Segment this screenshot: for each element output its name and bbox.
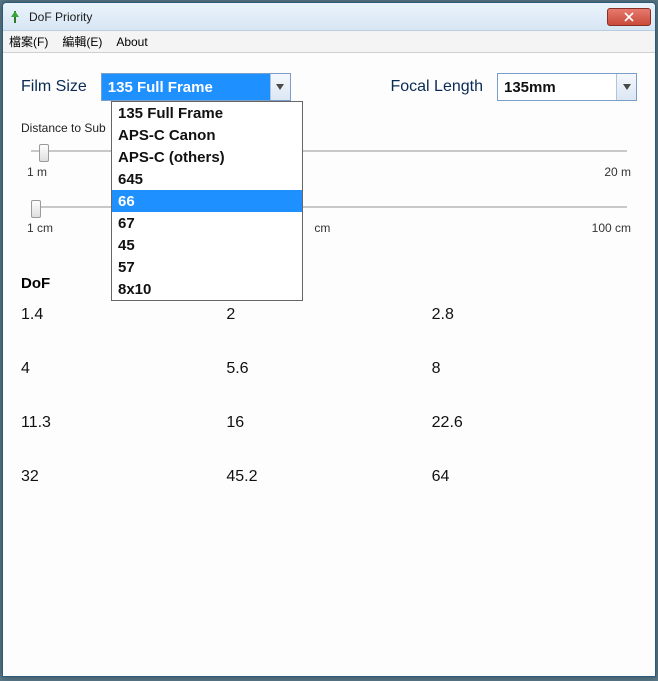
film-size-option[interactable]: 57	[112, 256, 302, 278]
close-icon	[624, 12, 634, 22]
dof-value[interactable]: 22.6	[432, 414, 637, 432]
film-size-option[interactable]: APS-C Canon	[112, 124, 302, 146]
dof-value[interactable]: 11.3	[21, 414, 226, 432]
film-size-option[interactable]: 67	[112, 212, 302, 234]
dof-section: DoF 1.422.845.6811.31622.63245.264	[21, 275, 637, 486]
menu-file[interactable]: 檔案(F)	[9, 33, 48, 50]
tick-label: 100 cm	[592, 221, 631, 235]
chevron-down-icon	[270, 74, 290, 100]
menu-edit[interactable]: 編輯(E)	[62, 33, 102, 50]
film-size-option[interactable]: 8x10	[112, 278, 302, 300]
focal-length-selected: 135mm	[498, 74, 616, 100]
dof-grid: 1.422.8 45.68 11.31622.6 3245.264	[21, 306, 637, 486]
film-size-option[interactable]: APS-C (others)	[112, 146, 302, 168]
film-size-dropdown[interactable]: 135 Full FrameAPS-C CanonAPS-C (others)6…	[111, 101, 303, 301]
client-area: Film Size 135 Full Frame Focal Length 13…	[3, 53, 655, 676]
menu-about[interactable]: About	[116, 35, 147, 49]
film-size-option[interactable]: 66	[112, 190, 302, 212]
tick-label: cm	[314, 221, 330, 235]
film-size-combo[interactable]: 135 Full Frame	[101, 73, 291, 101]
dof-value[interactable]: 2.8	[432, 306, 637, 324]
app-window: DoF Priority 檔案(F) 編輯(E) About Film Size…	[2, 2, 656, 677]
top-row: Film Size 135 Full Frame Focal Length 13…	[21, 73, 637, 101]
slider-thumb[interactable]	[31, 200, 41, 218]
tick-label: 1 cm	[27, 221, 53, 235]
dof-value[interactable]: 1.4	[21, 306, 226, 324]
dof-value[interactable]: 32	[21, 468, 226, 486]
film-size-label: Film Size	[21, 78, 87, 96]
film-size-option[interactable]: 45	[112, 234, 302, 256]
dof-value[interactable]: 2	[226, 306, 431, 324]
titlebar[interactable]: DoF Priority	[3, 3, 655, 31]
menubar: 檔案(F) 編輯(E) About	[3, 31, 655, 53]
dof-value[interactable]: 5.6	[226, 360, 431, 378]
film-size-option[interactable]: 135 Full Frame	[112, 102, 302, 124]
app-icon	[7, 9, 23, 25]
focal-length-label: Focal Length	[390, 78, 483, 96]
film-size-selected: 135 Full Frame	[102, 74, 270, 100]
chevron-down-icon	[616, 74, 636, 100]
tick-label: 20 m	[604, 165, 631, 179]
tick-label: 1 m	[27, 165, 47, 179]
dof-value[interactable]: 8	[432, 360, 637, 378]
close-button[interactable]	[607, 8, 651, 26]
focal-length-combo[interactable]: 135mm	[497, 73, 637, 101]
dof-value[interactable]: 64	[432, 468, 637, 486]
dof-value[interactable]: 4	[21, 360, 226, 378]
dof-value[interactable]: 16	[226, 414, 431, 432]
film-size-option[interactable]: 645	[112, 168, 302, 190]
slider-thumb[interactable]	[39, 144, 49, 162]
dof-value[interactable]: 45.2	[226, 468, 431, 486]
window-title: DoF Priority	[29, 10, 607, 24]
